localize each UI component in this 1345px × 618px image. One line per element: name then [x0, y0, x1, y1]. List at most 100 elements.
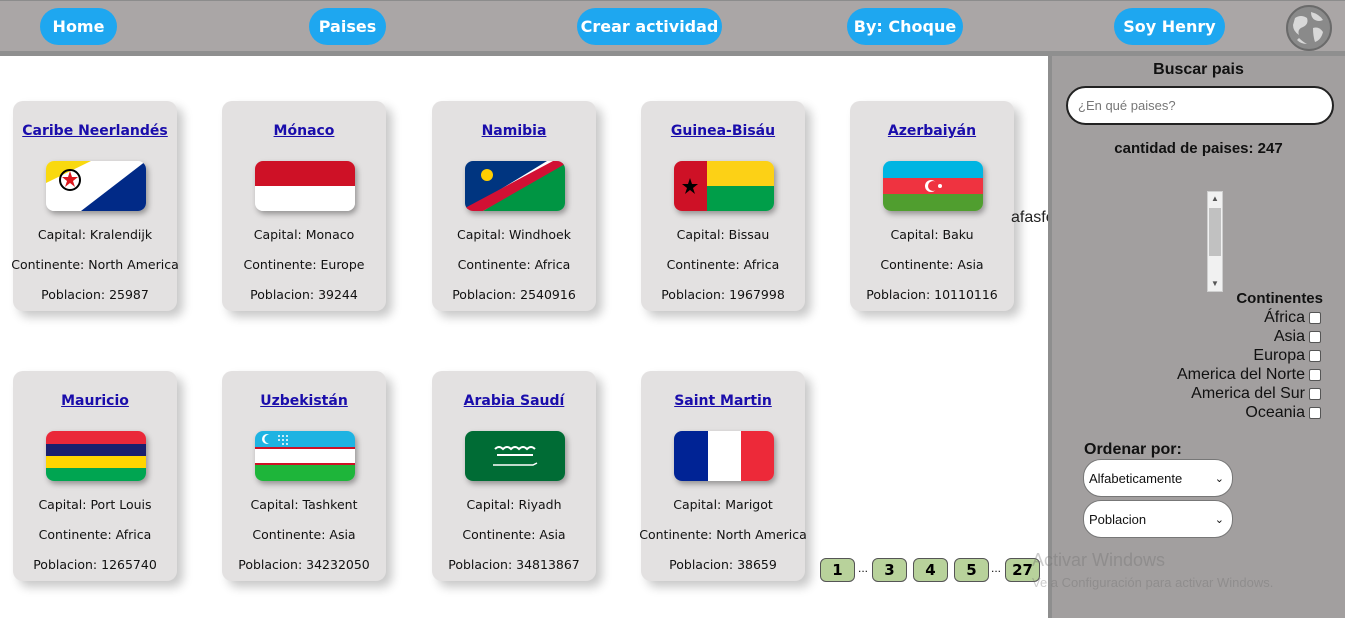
poblacion-text: Poblacion: 10110116	[866, 287, 998, 302]
page-button-3[interactable]: 3	[872, 558, 907, 582]
country-name-link[interactable]: Saint Martin	[641, 393, 805, 409]
country-name-link[interactable]: Namibia	[432, 123, 596, 139]
search-input[interactable]	[1066, 86, 1334, 125]
continent-filter-africa[interactable]: África	[1264, 308, 1321, 327]
continent-label: Oceania	[1245, 403, 1305, 421]
search-title: Buscar pais	[1153, 61, 1244, 78]
continent-label: America del Sur	[1191, 384, 1305, 402]
mauritius-flag	[46, 431, 146, 481]
continente-text: Continente: Europe	[243, 257, 365, 272]
country-name-link[interactable]: Mónaco	[222, 123, 386, 139]
poblacion-text: Poblacion: 2540916	[452, 287, 576, 302]
poblacion-text: Poblacion: 1265740	[33, 557, 157, 572]
continente-text: Continente: Africa	[38, 527, 152, 542]
capital-text: Capital: Tashkent	[250, 497, 358, 512]
country-card[interactable]: Mónaco Capital: Monaco Continente: Europ…	[222, 101, 386, 311]
namibia-flag	[465, 161, 565, 211]
checkbox[interactable]	[1309, 349, 1321, 362]
country-name-link[interactable]: Guinea-Bisáu	[641, 123, 805, 139]
country-card[interactable]: Azerbaiyán Capital: Baku Continente: Asi…	[850, 101, 1014, 311]
poblacion-text: Poblacion: 34813867	[448, 557, 580, 572]
navbar: Home Paises Crear actividad By: Choque S…	[0, 0, 1345, 56]
globe-icon[interactable]	[1285, 4, 1333, 52]
capital-text: Capital: Marigot	[673, 497, 773, 512]
guinea-bissau-flag	[674, 161, 774, 211]
population-select-value: Poblacion	[1089, 511, 1147, 527]
checkbox[interactable]	[1309, 311, 1321, 324]
chevron-down-icon: ⌄	[1214, 513, 1224, 526]
page-button-5[interactable]: 5	[954, 558, 989, 582]
continente-text: Continente: North America	[11, 257, 179, 272]
uzbekistan-flag	[255, 431, 355, 481]
home-button[interactable]: Home	[40, 8, 117, 45]
country-name-link[interactable]: Caribe Neerlandés	[13, 123, 177, 139]
windows-watermark-subtitle: Ve a Configuración para activar Windows.	[1032, 575, 1274, 590]
continent-filter-america-sur[interactable]: America del Sur	[1191, 384, 1321, 403]
order-title: Ordenar por:	[1084, 441, 1182, 458]
country-card[interactable]: Saint Martin Capital: Marigot Continente…	[639, 371, 807, 581]
continent-filter-asia[interactable]: Asia	[1274, 327, 1321, 346]
crear-actividad-button[interactable]: Crear actividad	[577, 8, 722, 45]
chevron-down-icon: ⌄	[1214, 472, 1224, 485]
checkbox[interactable]	[1309, 387, 1321, 400]
france-flag	[674, 431, 774, 481]
continent-filter-oceania[interactable]: Oceania	[1245, 403, 1321, 422]
paises-button[interactable]: Paises	[309, 8, 386, 45]
country-card[interactable]: Namibia Capital: Windhoek Continente: Af…	[432, 101, 596, 311]
continent-filter-america-norte[interactable]: America del Norte	[1177, 365, 1321, 384]
poblacion-text: Poblacion: 34232050	[238, 557, 370, 572]
checkbox[interactable]	[1309, 368, 1321, 381]
capital-text: Capital: Port Louis	[38, 497, 152, 512]
continente-text: Continente: Asia	[462, 527, 566, 542]
monaco-flag	[255, 161, 355, 211]
continente-text: Continente: Africa	[666, 257, 780, 272]
continente-text: Continente: Africa	[457, 257, 571, 272]
pagination-ellipsis: ...	[858, 561, 869, 575]
capital-text: Capital: Riyadh	[466, 497, 562, 512]
country-name-link[interactable]: Uzbekistán	[222, 393, 386, 409]
soy-henry-button[interactable]: Soy Henry	[1114, 8, 1225, 45]
saudi-arabia-flag	[465, 431, 565, 481]
page-button-4[interactable]: 4	[913, 558, 948, 582]
poblacion-text: Poblacion: 38659	[669, 557, 777, 572]
continent-label: África	[1264, 308, 1305, 326]
checkbox[interactable]	[1309, 406, 1321, 419]
scroll-up-icon[interactable]: ▲	[1208, 192, 1222, 206]
country-count: cantidad de paises: 247	[1114, 140, 1283, 157]
activity-listbox[interactable]: ▲ ▼	[1207, 191, 1223, 292]
order-select-value: Alfabeticamente	[1089, 470, 1183, 486]
continent-label: America del Norte	[1176, 365, 1305, 383]
continente-text: Continente: North America	[639, 527, 807, 542]
country-card[interactable]: Uzbekistán Capital: Tashkent Continente:…	[222, 371, 386, 581]
sidebar: Buscar pais cantidad de paises: 247 ▲ ▼ …	[1048, 56, 1345, 618]
continente-text: Continente: Asia	[252, 527, 356, 542]
country-card[interactable]: Arabia Saudí Capital: Riyadh Continente:…	[432, 371, 596, 581]
continent-label: Asia	[1273, 327, 1305, 345]
poblacion-text: Poblacion: 1967998	[661, 287, 785, 302]
poblacion-text: Poblacion: 39244	[250, 287, 358, 302]
country-card[interactable]: Mauricio Capital: Port Louis Continente:…	[13, 371, 177, 581]
scroll-down-icon[interactable]: ▼	[1208, 277, 1222, 291]
capital-text: Capital: Baku	[890, 227, 974, 242]
country-name-link[interactable]: Azerbaiyán	[850, 123, 1014, 139]
capital-text: Capital: Bissau	[676, 227, 770, 242]
capital-text: Capital: Kralendijk	[37, 227, 153, 242]
pagination-ellipsis: ...	[991, 561, 1002, 575]
continent-filter-europa[interactable]: Europa	[1253, 346, 1321, 365]
scrollbar-thumb[interactable]	[1209, 208, 1221, 256]
azerbaijan-flag	[883, 161, 983, 211]
by-choque-button[interactable]: By: Choque	[847, 8, 963, 45]
bonaire-flag	[46, 161, 146, 211]
checkbox[interactable]	[1309, 330, 1321, 343]
country-card[interactable]: Caribe Neerlandés Capital: Kralendijk Co…	[11, 101, 179, 311]
continent-label: Europa	[1253, 346, 1305, 364]
country-name-link[interactable]: Mauricio	[13, 393, 177, 409]
population-select[interactable]: Poblacion ⌄	[1083, 500, 1233, 538]
country-name-link[interactable]: Arabia Saudí	[432, 393, 596, 409]
continents-title: Continentes	[1236, 290, 1323, 307]
windows-watermark-title: Activar Windows	[1032, 550, 1166, 570]
page-button-1[interactable]: 1	[820, 558, 855, 582]
poblacion-text: Poblacion: 25987	[41, 287, 149, 302]
order-select[interactable]: Alfabeticamente ⌄	[1083, 459, 1233, 497]
country-card[interactable]: Guinea-Bisáu Capital: Bissau Continente:…	[641, 101, 805, 311]
